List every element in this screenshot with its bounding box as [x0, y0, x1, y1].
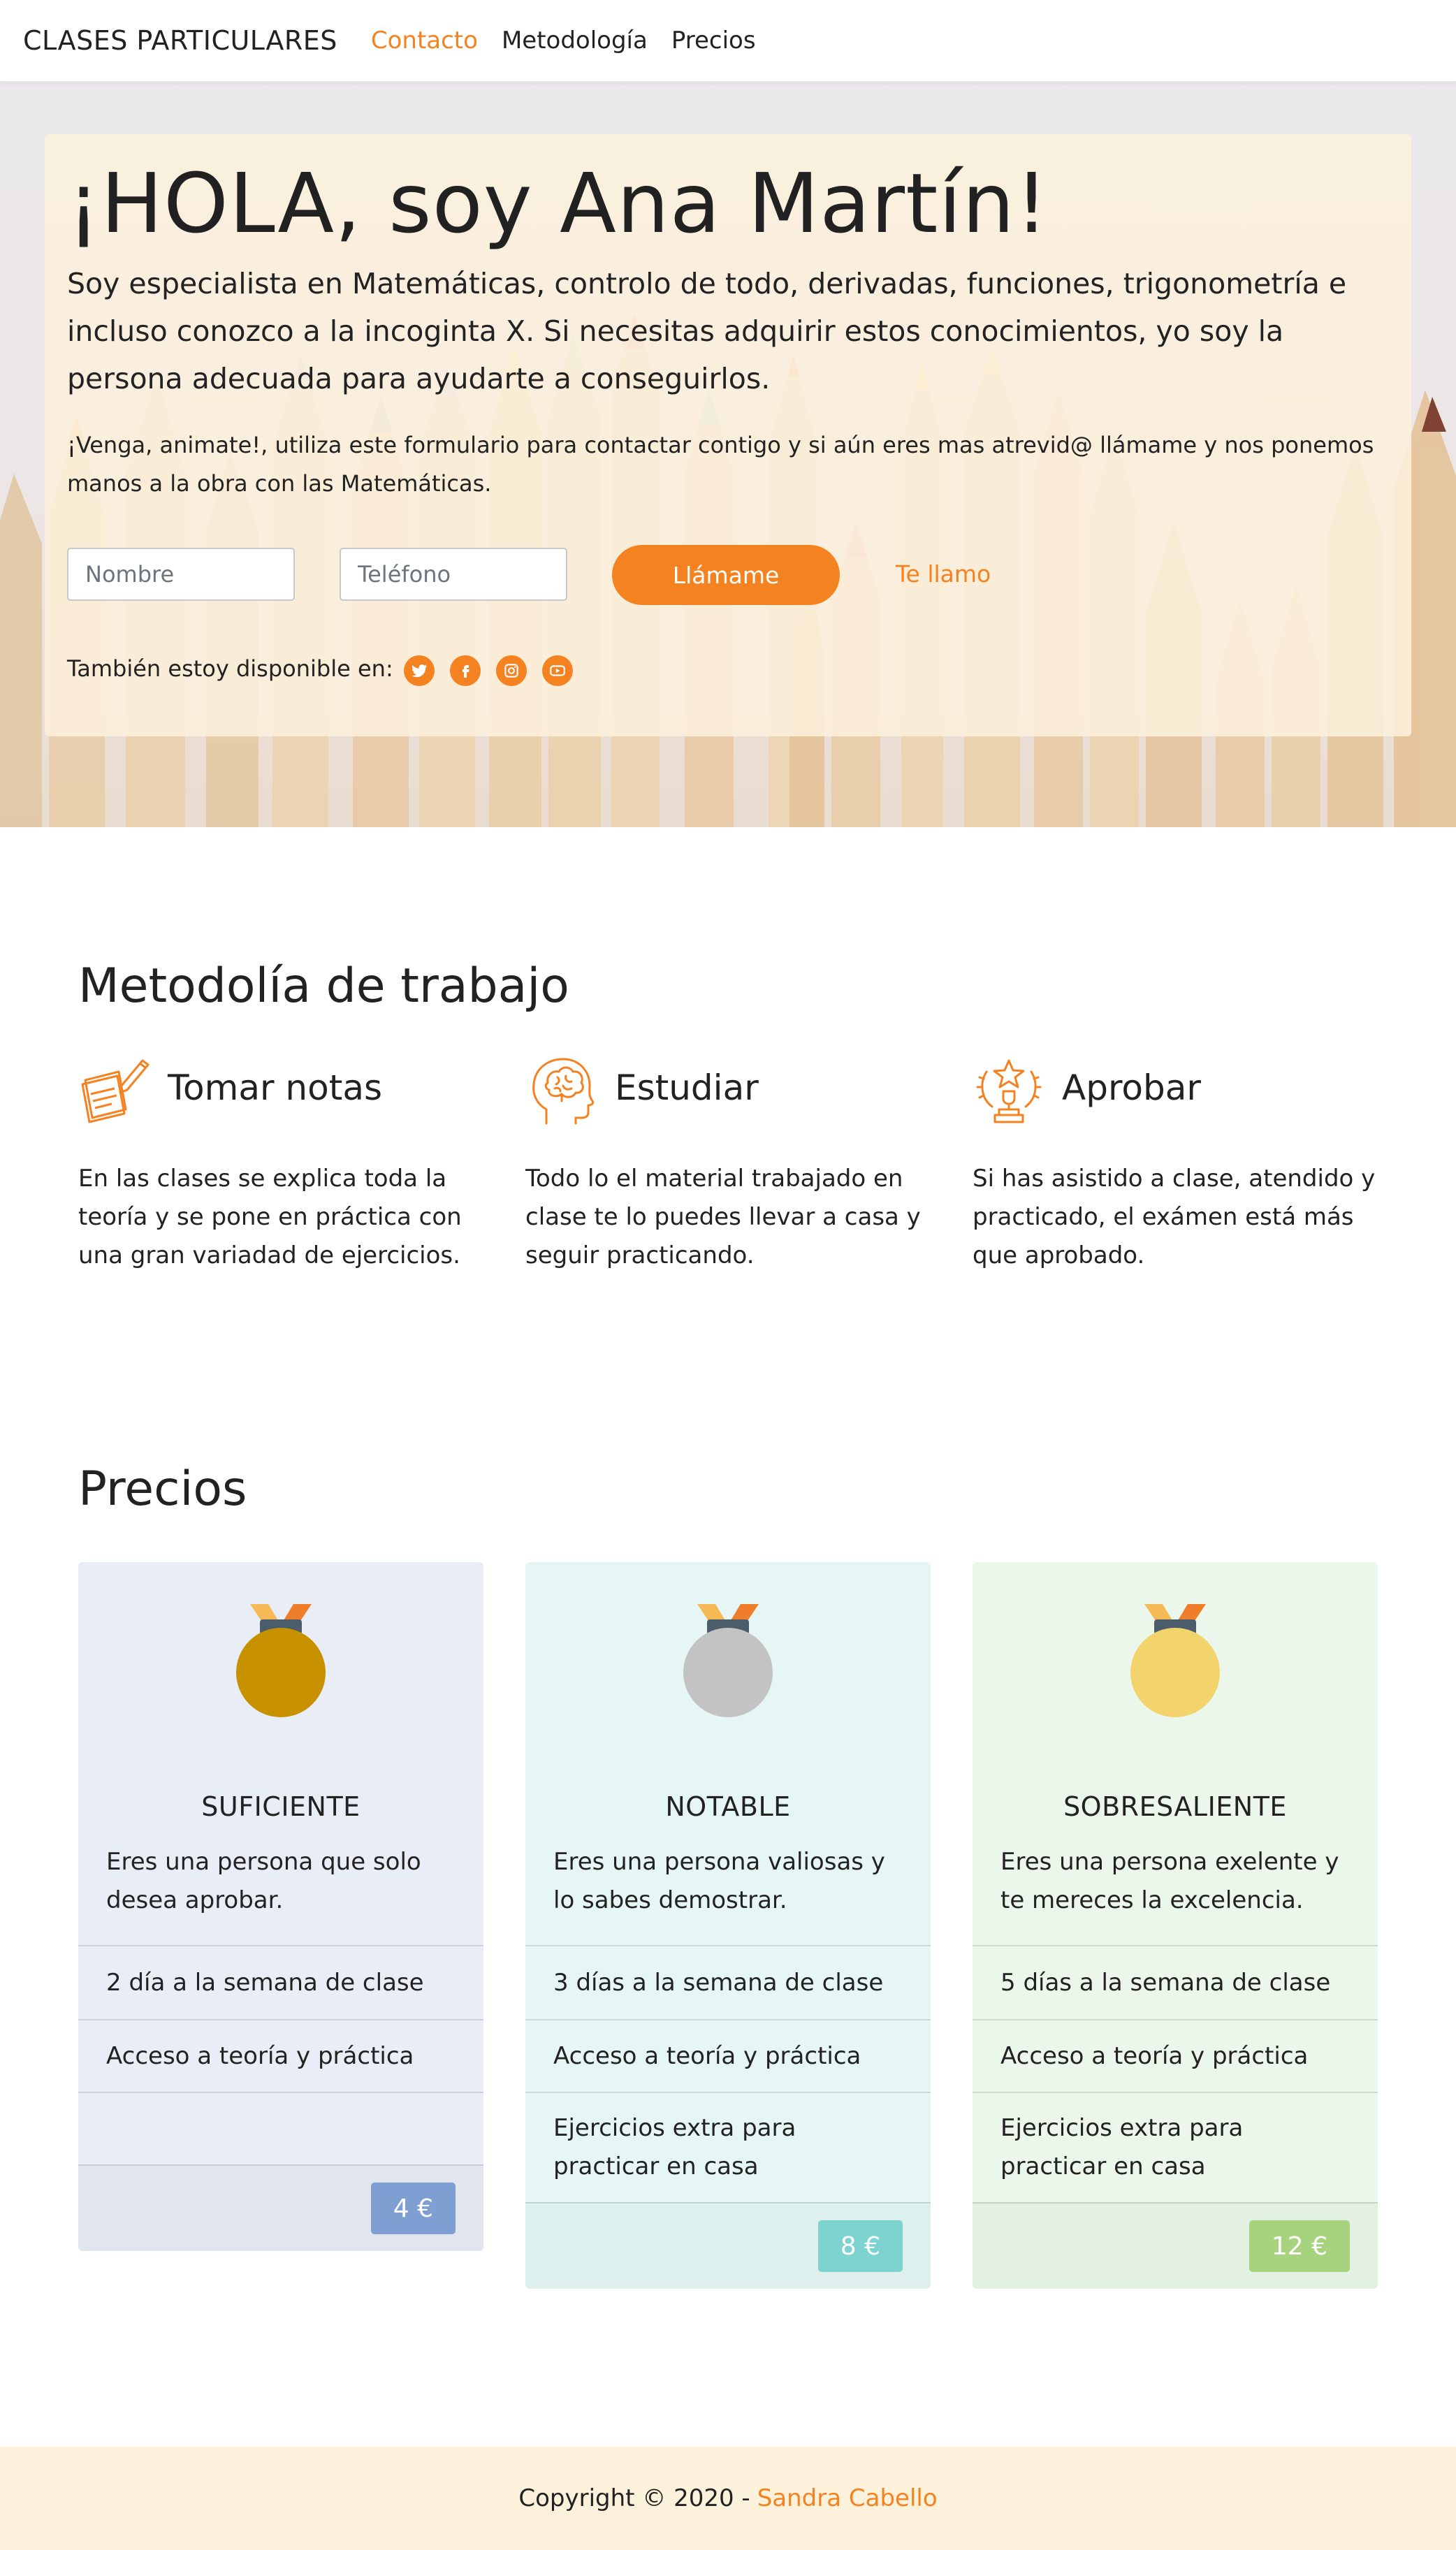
notes-icon	[81, 1059, 150, 1123]
plan-description: Eres una persona valiosas y lo sabes dem…	[553, 1848, 885, 1914]
brain-head-icon	[532, 1058, 594, 1125]
plan-description: Eres una persona que solo desea aprobar.	[106, 1848, 421, 1914]
copyright-text: Copyright © 2020 -	[518, 2484, 750, 2512]
hero-section: ¡HOLA, soy Ana Martín! Soy especialista …	[0, 82, 1456, 827]
hero-title: ¡HOLA, soy Ana Martín!	[67, 155, 1049, 252]
hero-text: ¡Venga, animate!, utiliza este formulari…	[67, 432, 1374, 497]
phone-input[interactable]	[340, 548, 567, 601]
plan-feature: Ejercicios extra para practicar en casa	[525, 2092, 931, 2202]
trophy-icon	[976, 1059, 1042, 1123]
price-card-suficiente: SUFICIENTE Eres una persona que solo des…	[78, 1562, 483, 2251]
call-me-button[interactable]: Llámame	[612, 545, 840, 605]
card-footer: 12 €	[973, 2202, 1378, 2289]
instagram-icon[interactable]	[496, 655, 527, 686]
price-card-notable: NOTABLE Eres una persona valiosas y lo s…	[525, 1562, 931, 2289]
facebook-icon[interactable]	[450, 655, 481, 686]
medal-icon	[973, 1604, 1378, 1723]
price-card-sobresaliente: SOBRESALIENTE Eres una persona exelente …	[973, 1562, 1378, 2289]
method-title: Estudiar	[615, 1068, 759, 1108]
method-text: En las clases se explica toda la teoría …	[78, 1165, 462, 1269]
plan-description: Eres una persona exelente y te mereces l…	[1000, 1848, 1339, 1914]
social-label: También estoy disponible en:	[67, 655, 393, 682]
plan-name: NOTABLE	[665, 1791, 791, 1822]
twitter-icon[interactable]	[404, 655, 435, 686]
method-title: Aprobar	[1062, 1068, 1201, 1108]
price-badge[interactable]: 8 €	[817, 2220, 903, 2272]
nav-link-metodologia[interactable]: Metodología	[502, 27, 648, 54]
nav-link-contacto[interactable]: Contacto	[371, 27, 478, 54]
price-badge[interactable]: 4 €	[370, 2183, 456, 2234]
plan-feature: 5 días a la semana de clase	[973, 1945, 1378, 2019]
medal-icon	[525, 1604, 931, 1723]
pricing-title: Precios	[78, 1462, 247, 1517]
methodology-title: Metodolía de trabajo	[78, 959, 569, 1014]
price-badge[interactable]: 12 €	[1248, 2220, 1350, 2272]
plan-feature: Acceso a teoría y práctica	[525, 2019, 931, 2092]
hero-card: ¡HOLA, soy Ana Martín! Soy especialista …	[45, 134, 1411, 736]
plan-feature: Ejercicios extra para practicar en casa	[973, 2092, 1378, 2202]
author-link[interactable]: Sandra Cabello	[757, 2484, 938, 2512]
plan-feature: Acceso a teoría y práctica	[78, 2019, 483, 2092]
card-footer: 4 €	[78, 2164, 483, 2251]
plan-feature	[78, 2092, 483, 2164]
nav-link-precios[interactable]: Precios	[671, 27, 756, 54]
method-text: Si has asistido a clase, atendido y prac…	[973, 1165, 1376, 1269]
plan-feature: Acceso a teoría y práctica	[973, 2019, 1378, 2092]
call-you-link[interactable]: Te llamo	[896, 560, 991, 588]
brand[interactable]: CLASES PARTICULARES	[23, 25, 337, 56]
footer: Copyright © 2020 - Sandra Cabello	[0, 2447, 1456, 2550]
navbar: CLASES PARTICULARES Contacto Metodología…	[0, 0, 1456, 82]
plan-feature: 2 día a la semana de clase	[78, 1945, 483, 2019]
method-text: Todo lo el material trabajado en clase t…	[525, 1165, 921, 1269]
plan-name: SUFICIENTE	[201, 1791, 361, 1822]
medal-icon	[78, 1604, 483, 1723]
card-footer: 8 €	[525, 2202, 931, 2289]
name-input[interactable]	[67, 548, 295, 601]
plan-name: SOBRESALIENTE	[1063, 1791, 1287, 1822]
method-title: Tomar notas	[168, 1068, 383, 1108]
plan-feature: 3 días a la semana de clase	[525, 1945, 931, 2019]
hero-lead: Soy especialista en Matemáticas, control…	[67, 267, 1347, 395]
youtube-icon[interactable]	[542, 655, 573, 686]
